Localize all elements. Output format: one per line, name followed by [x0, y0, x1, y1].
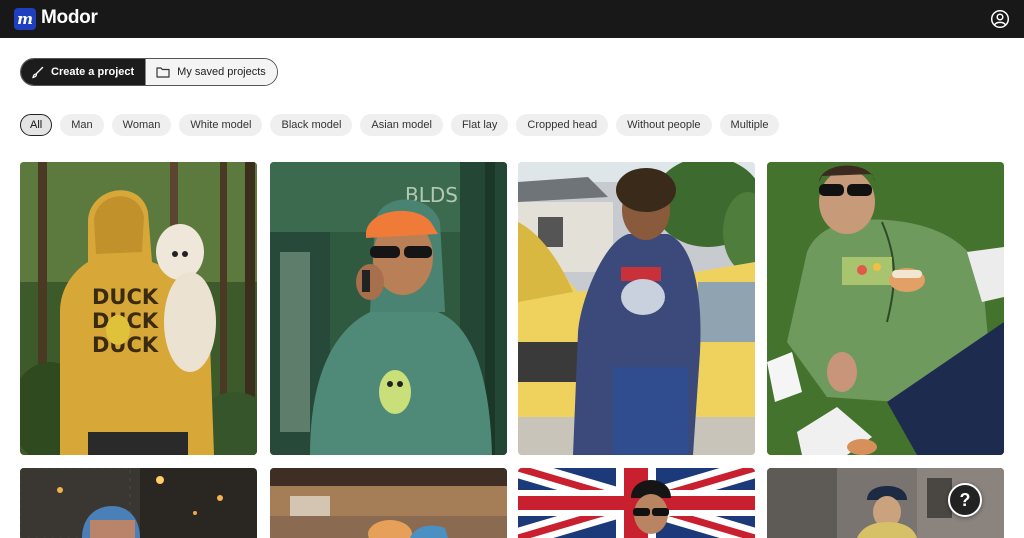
- mockup-image: [767, 162, 1004, 455]
- mockup-card-green-hoodie[interactable]: [767, 162, 1004, 455]
- mockup-image: DUCK DUCK DUCK: [20, 162, 257, 455]
- mockup-image: BLDS: [270, 162, 507, 455]
- mockup-card-union-flag[interactable]: [518, 468, 755, 538]
- mockup-card-train-station[interactable]: [270, 468, 507, 538]
- top-bar: m Modor: [0, 0, 1024, 38]
- filter-chip-without-people[interactable]: Without people: [616, 114, 712, 136]
- saved-projects-label: My saved projects: [177, 66, 266, 78]
- mockup-card-teal-hoodie[interactable]: BLDS: [270, 162, 507, 455]
- brush-icon: [32, 66, 44, 78]
- filter-chip-all[interactable]: All: [20, 114, 53, 136]
- help-button[interactable]: ?: [948, 483, 982, 517]
- mockup-image: [270, 468, 507, 538]
- mockup-image: [518, 468, 755, 538]
- project-mode-switch: Create a project My saved projects: [20, 58, 278, 86]
- folder-icon: [156, 67, 170, 78]
- filter-chip-row: All Man Woman White model Black model As…: [20, 114, 780, 136]
- mockup-card-night-street[interactable]: [20, 468, 257, 538]
- filter-chip-woman[interactable]: Woman: [111, 114, 172, 136]
- filter-chip-white-model[interactable]: White model: [179, 114, 263, 136]
- filter-chip-flat-lay[interactable]: Flat lay: [450, 114, 509, 136]
- filter-chip-black-model[interactable]: Black model: [270, 114, 353, 136]
- mockup-card-yellow-hoodie[interactable]: DUCK DUCK DUCK: [20, 162, 257, 455]
- mockup-card-navy-hoodie[interactable]: [518, 162, 755, 455]
- app-name[interactable]: Modor: [41, 7, 98, 29]
- account-circle-icon[interactable]: [990, 9, 1010, 29]
- filter-chip-multiple[interactable]: Multiple: [719, 114, 780, 136]
- filter-chip-asian-model[interactable]: Asian model: [360, 114, 443, 136]
- hoodie-print-line-1: DUCK: [92, 285, 159, 309]
- logo-icon[interactable]: m: [14, 8, 36, 30]
- filter-chip-cropped-head[interactable]: Cropped head: [516, 114, 609, 136]
- create-project-label: Create a project: [51, 66, 135, 78]
- mockup-image: [20, 468, 257, 538]
- create-project-button[interactable]: Create a project: [21, 59, 146, 85]
- mockup-image: [518, 162, 755, 455]
- filter-chip-man[interactable]: Man: [60, 114, 104, 136]
- saved-projects-button[interactable]: My saved projects: [145, 59, 277, 85]
